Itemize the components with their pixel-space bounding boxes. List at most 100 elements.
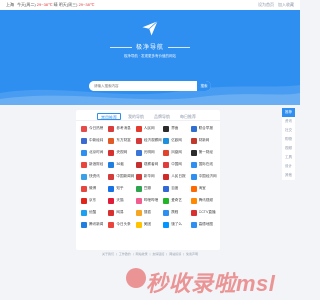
tab-1[interactable]: 我的导航 [125, 113, 147, 120]
watermark-logo-icon [126, 268, 146, 288]
site-link[interactable]: 百度 [163, 184, 190, 193]
weather-today-temp: 29~38℃ [36, 2, 53, 7]
site-link[interactable]: 人民日报 [163, 172, 190, 181]
site-link[interactable]: CCTV直播 [190, 208, 218, 217]
side-menu-item[interactable]: 购物 [282, 135, 295, 144]
site-name: 爱奇艺 [171, 198, 182, 202]
site-name: 淘宝 [198, 186, 206, 190]
site-link[interactable]: 中新经纬 [81, 136, 108, 145]
site-link[interactable]: 快资讯 [81, 172, 108, 181]
site-link[interactable]: 饿了么 [163, 220, 190, 229]
site-link[interactable]: 豆瓣 [135, 184, 163, 193]
site-link[interactable]: 淘宝 [190, 184, 218, 193]
site-name: 携程 [171, 210, 179, 214]
site-name: 凤凰网 [171, 150, 182, 154]
site-link[interactable]: 爱奇艺 [163, 196, 190, 205]
site-link[interactable]: 哔哩哔哩 [135, 196, 163, 205]
site-link[interactable]: 美团 [135, 220, 163, 229]
site-name: 优酷 [89, 210, 97, 214]
site-link[interactable]: 知乎 [108, 184, 135, 193]
site-link[interactable]: 今日头条 [108, 220, 135, 229]
site-name: 观察者网 [143, 162, 159, 166]
site-logo-icon [190, 197, 197, 204]
weather-today-label: 今天(周二) [17, 2, 36, 7]
site-link[interactable]: 联合早报 [190, 124, 218, 133]
side-menu-item[interactable]: 社交 [282, 126, 295, 135]
site-link[interactable]: 携程 [163, 208, 190, 217]
search-input[interactable] [89, 81, 197, 91]
add-favorite-link[interactable]: 加入收藏 [278, 2, 294, 8]
tab-0[interactable]: 常用推荐 [97, 113, 121, 120]
site-logo-icon [135, 173, 142, 180]
site-link[interactable]: 亿欧网 [163, 136, 190, 145]
side-menu-item[interactable]: 资讯 [282, 117, 295, 126]
site-link[interactable]: 人民网 [135, 124, 163, 133]
side-menu-item[interactable]: 工具 [282, 153, 295, 162]
footer-link[interactable]: 网站投诉 [169, 252, 181, 256]
site-name: 新华网 [143, 174, 155, 178]
site-link[interactable]: 优酷 [81, 208, 108, 217]
side-menu: 推荐 资讯 社交 购物 视频 工具 设计 其他 [282, 108, 295, 180]
site-link[interactable]: 北京时间 [81, 148, 108, 157]
site-link[interactable]: 凤凰网 [163, 148, 190, 157]
site-logo-icon [81, 185, 87, 192]
site-name: 饿了么 [171, 222, 182, 226]
footer-link[interactable]: 友情链接 [152, 252, 164, 256]
set-homepage-link[interactable]: 设为首页 [258, 2, 274, 8]
nav-card: 常用推荐 我的导航 品牌导航 每日推荐 今日热榜 参考消息 人民网 界面 联合早报中新经纬 东方… [76, 110, 220, 250]
footer-link[interactable]: 关于我们 [102, 252, 114, 256]
site-link[interactable]: 高德地图 [190, 220, 218, 229]
side-menu-item[interactable]: 推荐 [282, 108, 295, 117]
site-logo-icon [135, 161, 142, 168]
site-link[interactable]: 微博 [81, 184, 108, 193]
site-link[interactable]: 光明网 [135, 148, 163, 157]
site-logo-icon [163, 185, 170, 192]
site-link[interactable]: 观察者网 [135, 160, 163, 169]
site-logo-icon [81, 221, 87, 228]
site-logo-icon [108, 137, 115, 144]
site-link[interactable]: 参考消息 [108, 124, 135, 133]
site-link[interactable]: 今日热榜 [81, 124, 108, 133]
site-name: 界面 [171, 126, 179, 130]
site-name: 人民网 [143, 126, 155, 130]
weather-tomorrow-temp: 29~38℃ [78, 2, 95, 7]
side-menu-item[interactable]: 设计 [282, 162, 295, 171]
site-link[interactable]: 中国新闻网 [108, 172, 135, 181]
city-label[interactable]: 上海 [6, 2, 14, 8]
site-link[interactable]: 中国网 [163, 160, 190, 169]
site-name: 京东 [89, 198, 97, 202]
site-link[interactable]: 新浪财经 [81, 160, 108, 169]
site-name: 参考消息 [116, 126, 131, 130]
tab-2[interactable]: 品牌导航 [151, 113, 173, 120]
site-link[interactable]: 腾讯视频 [190, 196, 218, 205]
site-link[interactable]: 第一财经 [190, 148, 218, 157]
site-link[interactable]: 央视网 [108, 148, 135, 157]
site-name: 36氪 [116, 162, 124, 166]
site-link[interactable]: 36氪 [108, 160, 135, 169]
footer-link[interactable]: 免责声明 [186, 252, 198, 256]
site-logo-icon [190, 221, 197, 228]
site-link[interactable]: 中国经济网 [190, 172, 218, 181]
site-link[interactable]: 经济观察网 [135, 136, 163, 145]
site-logo-icon [81, 173, 87, 180]
footer-link[interactable]: 工作邀约 [119, 252, 131, 256]
side-menu-item[interactable]: 其他 [282, 171, 295, 180]
footer: 关于我们 | 工作邀约 | 网站收录 | 友情链接 | 网站投诉 | 免责声明 [0, 252, 300, 256]
site-link[interactable]: 国际在线 [190, 160, 218, 169]
site-link[interactable]: 网易 [108, 208, 135, 217]
site-logo-icon [81, 125, 87, 132]
search-button[interactable]: 搜索 [197, 81, 211, 91]
site-link[interactable]: 京东 [81, 196, 108, 205]
site-link[interactable]: 搜狐 [135, 208, 163, 217]
footer-link[interactable]: 网站收录 [136, 252, 148, 256]
site-link[interactable]: 财新网 [190, 136, 218, 145]
site-link[interactable]: 天猫 [108, 196, 135, 205]
site-link[interactable]: 东方财富 [108, 136, 135, 145]
side-menu-item[interactable]: 视频 [282, 144, 295, 153]
site-name: 哔哩哔哩 [143, 198, 159, 202]
site-link[interactable]: 腾讯新闻 [81, 220, 108, 229]
site-link[interactable]: 新华网 [135, 172, 163, 181]
site-link[interactable]: 界面 [163, 124, 190, 133]
site-name: 快资讯 [89, 174, 100, 178]
tab-3[interactable]: 每日推荐 [177, 113, 199, 120]
